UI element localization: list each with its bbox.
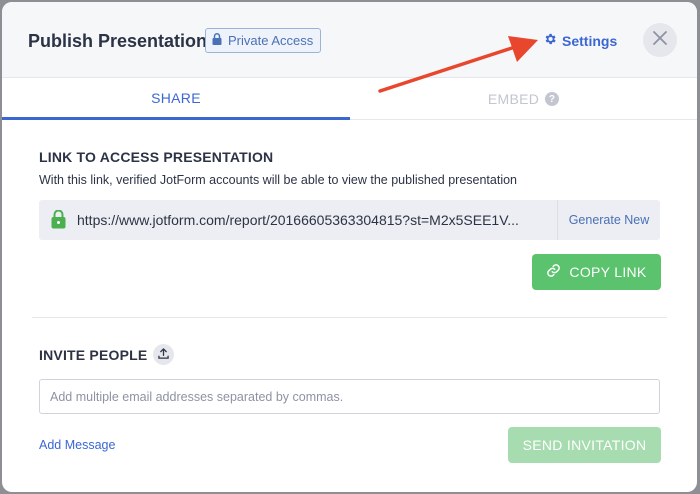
settings-label: Settings bbox=[562, 32, 618, 49]
lock-icon bbox=[212, 33, 222, 48]
settings-link[interactable]: Settings bbox=[543, 32, 617, 49]
upload-contacts-button[interactable] bbox=[153, 344, 174, 365]
gear-icon bbox=[543, 32, 557, 49]
annotation-arrow-icon bbox=[378, 36, 538, 93]
modal-title: Publish Presentation bbox=[28, 31, 208, 51]
invite-section-title: INVITE PEOPLE bbox=[39, 347, 148, 363]
badge-label: Private Access bbox=[228, 33, 314, 48]
publish-modal: Publish Presentation Private Access Sett… bbox=[2, 2, 697, 492]
copy-link-label: COPY LINK bbox=[569, 264, 647, 280]
tab-share[interactable]: SHARE bbox=[2, 78, 350, 120]
link-section-title: LINK TO ACCESS PRESENTATION bbox=[39, 149, 274, 165]
close-button[interactable] bbox=[643, 23, 677, 57]
private-access-badge[interactable]: Private Access bbox=[205, 28, 321, 53]
link-description: With this link, verified JotForm account… bbox=[39, 173, 518, 187]
close-icon bbox=[653, 30, 667, 50]
email-addresses-input[interactable] bbox=[39, 379, 660, 414]
tab-bar: SHARE EMBED ? bbox=[2, 78, 697, 120]
lock-icon bbox=[51, 209, 66, 234]
tab-share-label: SHARE bbox=[151, 89, 201, 106]
add-message-link[interactable]: Add Message bbox=[39, 438, 115, 452]
modal-header: Publish Presentation Private Access Sett… bbox=[2, 2, 697, 78]
upload-icon bbox=[158, 346, 169, 364]
presentation-link-box: https://www.jotform.com/report/201666053… bbox=[39, 200, 660, 240]
link-icon bbox=[546, 263, 561, 281]
generate-new-link-button[interactable]: Generate New bbox=[557, 200, 660, 240]
send-invitation-button[interactable]: SEND INVITATION bbox=[508, 427, 661, 463]
question-icon: ? bbox=[545, 92, 560, 106]
section-divider bbox=[32, 317, 667, 318]
copy-link-button[interactable]: COPY LINK bbox=[532, 254, 661, 290]
presentation-url[interactable]: https://www.jotform.com/report/201666053… bbox=[77, 212, 545, 228]
